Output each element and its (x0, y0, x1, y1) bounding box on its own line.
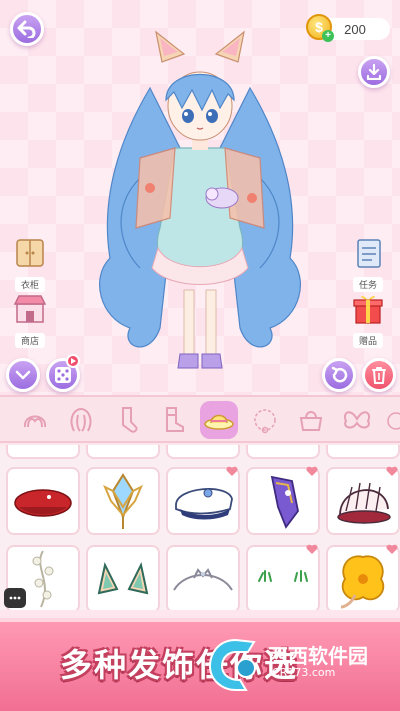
tab-scroll-hint (386, 407, 400, 435)
chat-bubble-icon (9, 596, 21, 600)
chevron-down-icon (15, 370, 31, 380)
tasks-label: 任务 (352, 277, 383, 292)
task-list-icon (357, 239, 381, 268)
tab-necklaces[interactable] (246, 401, 284, 439)
undo-button[interactable] (322, 358, 356, 392)
add-coins-button[interactable]: + (322, 30, 334, 42)
more-icon (387, 412, 400, 430)
shop-label: 商店 (14, 333, 45, 348)
fan-headpiece-icon (337, 482, 391, 524)
wardrobe-icon (16, 239, 44, 267)
tab-wings[interactable] (338, 401, 376, 439)
tab-socks[interactable] (108, 401, 146, 439)
grid-cell[interactable] (86, 445, 160, 459)
item-cell[interactable] (326, 467, 400, 535)
favorite-heart-icon (226, 466, 238, 476)
chat-button[interactable] (4, 588, 26, 608)
grid-cell[interactable] (6, 445, 80, 459)
item-cell[interactable] (246, 467, 320, 535)
crystal-tiara-icon (103, 473, 143, 529)
tab-hair-front[interactable] (16, 401, 54, 439)
hair-back-icon (70, 407, 92, 432)
anime-character (99, 30, 301, 369)
gift-box-icon (353, 295, 383, 324)
tasks-button[interactable]: 任务 (346, 236, 390, 293)
necklace-icon (254, 409, 276, 434)
silver-tiara-icon (173, 568, 233, 591)
tab-bags[interactable] (292, 401, 330, 439)
tab-hair-back[interactable] (62, 401, 100, 439)
favorite-heart-icon (306, 466, 318, 476)
red-beret-icon (14, 489, 72, 517)
item-cell[interactable] (166, 467, 240, 535)
gifts-label: 赠品 (352, 333, 383, 348)
save-image-button[interactable] (358, 56, 390, 88)
video-ad-badge (66, 354, 80, 368)
favorite-heart-icon (386, 466, 398, 476)
wardrobe-button[interactable]: 衣柜 (8, 236, 52, 293)
shop-button[interactable]: 商店 (8, 292, 52, 349)
watermark-url: CR173.com (272, 666, 336, 679)
wings-icon (344, 411, 370, 429)
watermark-name: 西西软件园 (268, 644, 368, 668)
undo-icon (331, 366, 348, 383)
flower-vine-icon (32, 550, 54, 608)
eyelash-clips-icon (258, 570, 308, 582)
delete-button[interactable] (362, 358, 396, 392)
yellow-flower-icon (340, 555, 385, 609)
item-cell[interactable] (6, 467, 80, 535)
site-logo-icon (208, 638, 256, 691)
gifts-button[interactable]: 赠品 (346, 292, 390, 349)
grid-cell[interactable] (246, 445, 320, 459)
sailor-hat-icon (175, 488, 233, 520)
download-icon (366, 64, 382, 80)
collapse-button[interactable] (6, 358, 40, 392)
purple-feather-clip-icon (270, 475, 299, 529)
tab-hats[interactable] (200, 401, 238, 439)
trash-icon (372, 367, 386, 384)
bag-icon (299, 411, 323, 431)
item-cell[interactable] (166, 545, 240, 610)
hair-front-icon (23, 415, 47, 428)
accessory-grid (0, 445, 400, 610)
boots-icon (166, 407, 184, 432)
grid-cell[interactable] (166, 445, 240, 459)
back-arrow-icon (17, 20, 36, 38)
dress-up-stage: 200 $ + 衣柜 商店 任务 赠品 (0, 0, 400, 395)
socks-icon (122, 407, 138, 433)
grid-cell[interactable] (326, 445, 400, 459)
item-cell[interactable] (86, 545, 160, 610)
category-tab-bar (0, 395, 400, 443)
favorite-heart-icon (306, 544, 318, 554)
wardrobe-label: 衣柜 (14, 277, 45, 292)
play-icon (71, 358, 76, 364)
favorite-heart-icon (386, 544, 398, 554)
coin-amount: 200 (344, 21, 366, 37)
fox-ears-icon (97, 562, 149, 595)
dice-icon (55, 367, 71, 383)
item-cell[interactable] (86, 467, 160, 535)
tab-boots[interactable] (154, 401, 192, 439)
back-button[interactable] (10, 12, 44, 46)
shop-icon (13, 295, 47, 323)
hat-icon (204, 414, 234, 430)
